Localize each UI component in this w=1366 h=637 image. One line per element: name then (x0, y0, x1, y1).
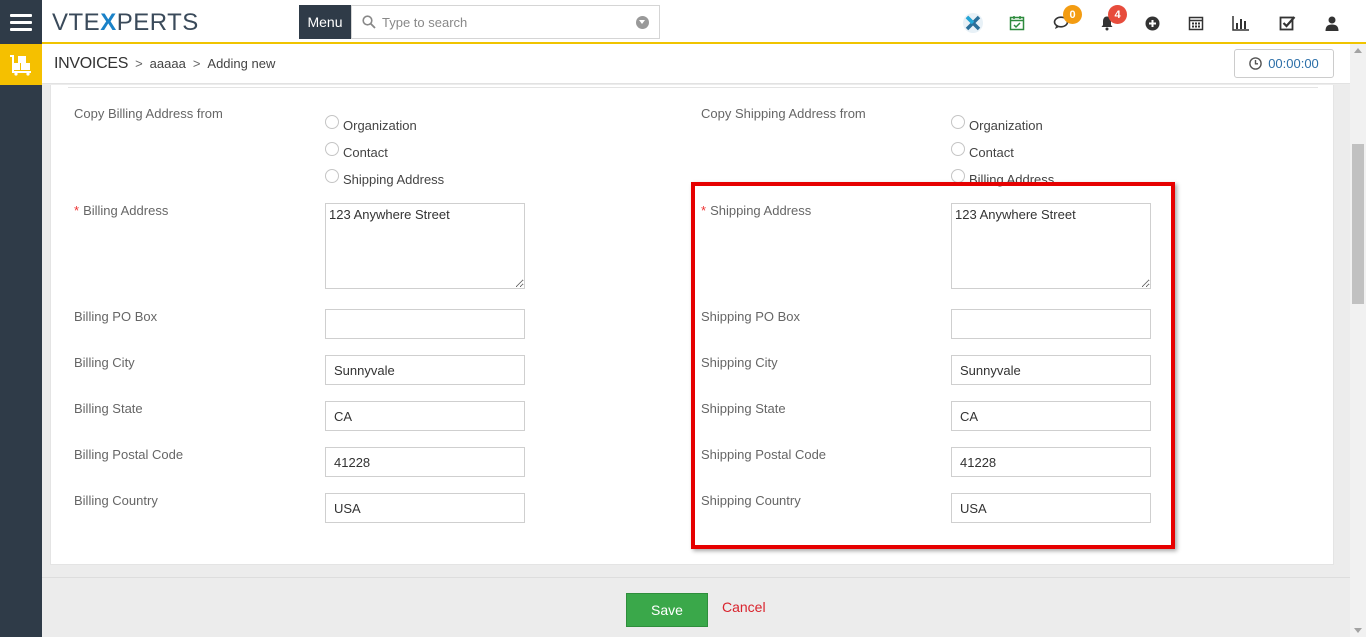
billing-copy-shipping-radio[interactable]: Shipping Address (325, 168, 444, 187)
address-form: Copy Billing Address from Organization C… (50, 85, 1334, 565)
billing-city-label: Billing City (74, 355, 135, 370)
global-search (351, 5, 660, 39)
add-plus-icon[interactable] (1141, 12, 1163, 34)
header-icons: 0 4 (946, 0, 1366, 44)
shipping-country-label: Shipping Country (701, 493, 801, 508)
radio-circle[interactable] (951, 114, 965, 129)
notification-count-badge: 4 (1108, 5, 1127, 24)
billing-copy-organization-radio[interactable]: Organization (325, 114, 417, 133)
breadcrumb-module[interactable]: INVOICES (54, 55, 128, 73)
shipping-postal-code-label: Shipping Postal Code (701, 447, 827, 462)
search-input[interactable] (382, 12, 622, 32)
billing-country-input[interactable] (325, 493, 525, 523)
scroll-down-arrow-icon[interactable] (1354, 628, 1362, 633)
app-logo[interactable]: VTEXPERTS (52, 9, 199, 37)
billing-address-textarea[interactable]: 123 Anywhere Street (325, 203, 525, 289)
required-asterisk: * (701, 203, 707, 218)
billing-postal-code-input[interactable] (325, 447, 525, 477)
calendar-check-icon[interactable] (1006, 12, 1028, 34)
form-footer: Save Cancel (42, 577, 1350, 637)
shipping-postal-code-input[interactable] (951, 447, 1151, 477)
timer-button[interactable]: 00:00:00 (1234, 49, 1334, 78)
radio-circle[interactable] (325, 168, 339, 183)
radio-circle[interactable] (951, 168, 965, 183)
invoice-module-icon[interactable] (0, 44, 42, 85)
chevron-right-icon: > (192, 56, 201, 71)
shipping-copy-organization-radio[interactable]: Organization (951, 114, 1043, 133)
billing-po-box-label: Billing PO Box (74, 309, 158, 324)
shipping-city-label: Shipping City (701, 355, 778, 370)
shipping-po-box-label: Shipping PO Box (701, 309, 801, 324)
chat-count-badge: 0 (1063, 5, 1082, 24)
shipping-copy-billing-radio[interactable]: Billing Address (951, 168, 1054, 187)
vertical-scrollbar[interactable] (1350, 44, 1366, 637)
required-asterisk: * (74, 203, 80, 218)
vtexperts-x-icon[interactable] (962, 12, 984, 34)
breadcrumb-bar: INVOICES > aaaaa > Adding new 00:00:00 (42, 44, 1350, 84)
radio-circle[interactable] (325, 114, 339, 129)
radio-circle[interactable] (325, 141, 339, 156)
billing-po-box-input[interactable] (325, 309, 525, 339)
top-header: VTEXPERTS Menu 0 4 (42, 0, 1366, 44)
hamburger-menu-icon[interactable] (0, 0, 42, 44)
shipping-po-box-input[interactable] (951, 309, 1151, 339)
billing-state-input[interactable] (325, 401, 525, 431)
billing-city-input[interactable] (325, 355, 525, 385)
billing-state-label: Billing State (74, 401, 143, 416)
copy-billing-label: Copy Billing Address from (74, 106, 223, 121)
radio-circle[interactable] (951, 141, 965, 156)
shipping-address-textarea[interactable]: 123 Anywhere Street (951, 203, 1151, 289)
search-dropdown-icon[interactable] (636, 16, 649, 29)
billing-address-label: * Billing Address (74, 203, 169, 218)
billing-copy-contact-radio[interactable]: Contact (325, 141, 388, 160)
breadcrumb-record[interactable]: aaaaa (150, 56, 186, 71)
search-icon (362, 15, 376, 29)
chat-icon[interactable]: 0 (1051, 5, 1082, 34)
timer-value: 00:00:00 (1268, 56, 1319, 71)
user-profile-icon[interactable] (1321, 12, 1343, 34)
save-button[interactable]: Save (626, 593, 708, 627)
shipping-state-label: Shipping State (701, 401, 786, 416)
scroll-up-arrow-icon[interactable] (1354, 48, 1362, 53)
menu-button[interactable]: Menu (299, 5, 351, 39)
notification-bell-icon[interactable]: 4 (1096, 5, 1127, 34)
breadcrumb-action: Adding new (207, 56, 276, 71)
left-rail (0, 0, 42, 637)
shipping-state-input[interactable] (951, 401, 1151, 431)
tasks-checkbox-icon[interactable] (1276, 12, 1298, 34)
scrollbar-thumb[interactable] (1352, 144, 1364, 304)
shipping-copy-contact-radio[interactable]: Contact (951, 141, 1014, 160)
chevron-right-icon: > (135, 56, 143, 71)
calendar-icon[interactable] (1185, 12, 1207, 34)
shipping-address-label: * Shipping Address (701, 203, 812, 218)
shipping-city-input[interactable] (951, 355, 1151, 385)
cancel-link[interactable]: Cancel (722, 599, 766, 615)
breadcrumb: INVOICES > aaaaa > Adding new (54, 55, 275, 73)
section-divider (68, 87, 1318, 88)
reports-chart-icon[interactable] (1230, 12, 1252, 34)
shipping-country-input[interactable] (951, 493, 1151, 523)
billing-postal-code-label: Billing Postal Code (74, 447, 184, 462)
clock-icon (1249, 57, 1262, 70)
copy-shipping-label: Copy Shipping Address from (701, 106, 866, 121)
billing-country-label: Billing Country (74, 493, 158, 508)
